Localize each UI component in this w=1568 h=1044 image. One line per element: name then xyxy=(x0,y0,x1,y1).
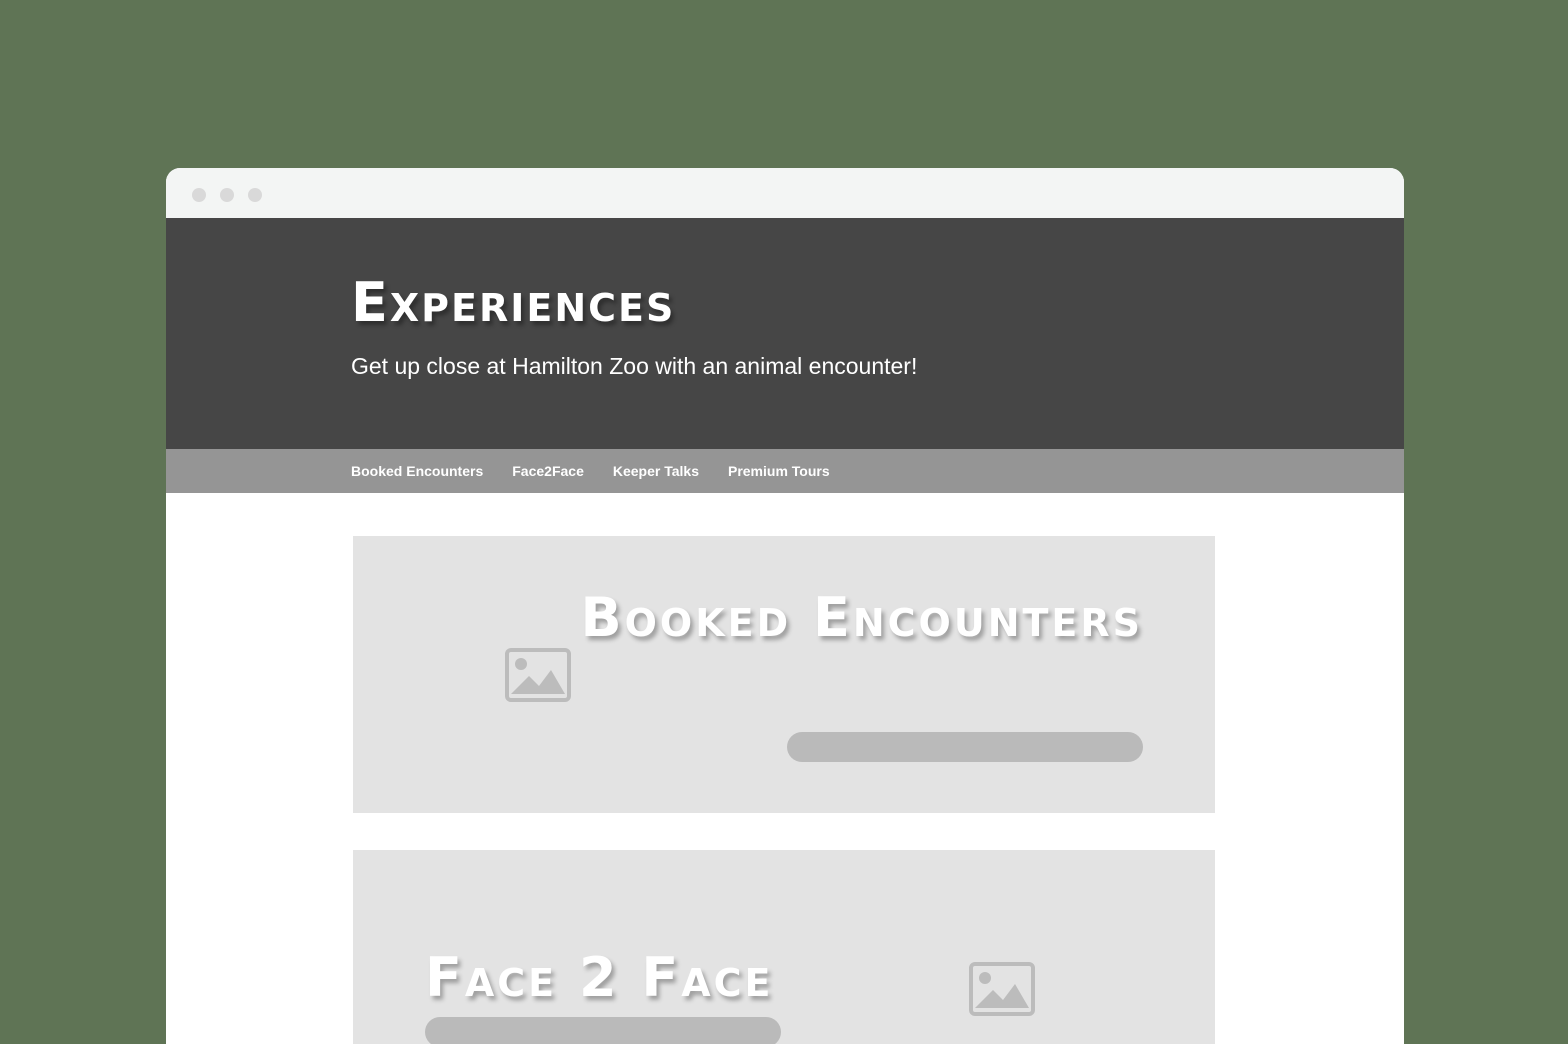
window-dot-close[interactable] xyxy=(192,188,206,202)
nav-link-keeper-talks[interactable]: Keeper Talks xyxy=(613,463,699,479)
browser-window: Experiences Get up close at Hamilton Zoo… xyxy=(166,168,1404,1044)
card-action-button[interactable] xyxy=(425,1017,781,1044)
image-placeholder-icon xyxy=(505,648,571,702)
nav-link-booked-encounters[interactable]: Booked Encounters xyxy=(351,463,483,479)
hero-banner: Experiences Get up close at Hamilton Zoo… xyxy=(166,218,1404,449)
page-subtitle: Get up close at Hamilton Zoo with an ani… xyxy=(351,353,918,379)
window-dot-minimize[interactable] xyxy=(220,188,234,202)
card-title-face-2-face: Face 2 Face xyxy=(425,946,774,1009)
page-title: Experiences xyxy=(351,271,676,334)
window-dot-maximize[interactable] xyxy=(248,188,262,202)
card-title-booked-encounters: Booked Encounters xyxy=(580,586,1143,649)
face-2-face-card[interactable]: Face 2 Face xyxy=(353,850,1215,1044)
image-placeholder-icon xyxy=(969,962,1035,1016)
navigation-bar: Booked Encounters Face2Face Keeper Talks… xyxy=(166,449,1404,493)
window-title-bar xyxy=(166,168,1404,218)
nav-link-face2face[interactable]: Face2Face xyxy=(512,463,584,479)
card-action-button[interactable] xyxy=(787,732,1143,762)
nav-link-premium-tours[interactable]: Premium Tours xyxy=(728,463,830,479)
booked-encounters-card[interactable]: Booked Encounters xyxy=(353,536,1215,813)
